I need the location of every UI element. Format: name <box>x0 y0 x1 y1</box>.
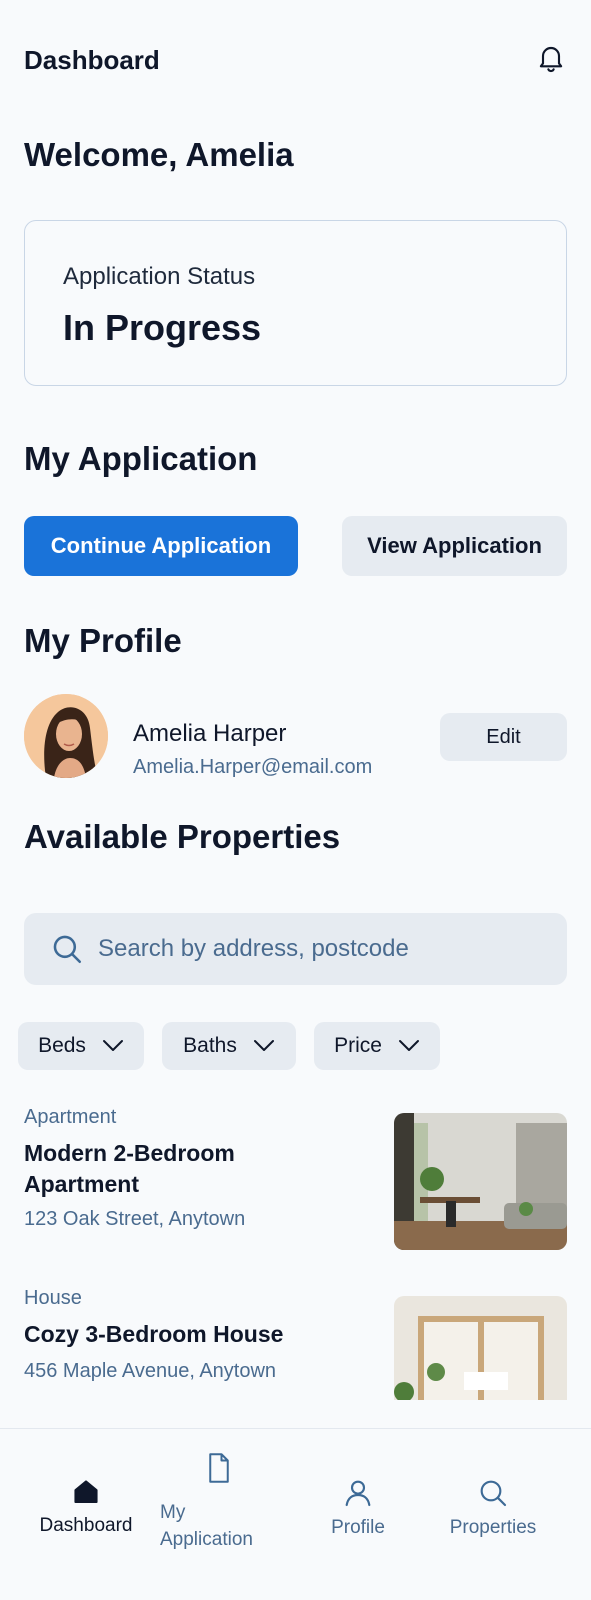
filter-baths-label: Baths <box>183 1034 237 1057</box>
dashboard-screen: Dashboard Welcome, Amelia Application St… <box>0 0 591 1600</box>
tab-label: Properties <box>449 1517 537 1538</box>
avatar <box>24 694 108 778</box>
property-search-bar[interactable] <box>24 913 567 985</box>
tab-dashboard[interactable]: Dashboard <box>38 1477 134 1537</box>
filter-beds[interactable]: Beds <box>18 1022 144 1070</box>
welcome-heading: Welcome, Amelia <box>24 136 294 173</box>
page-title: Dashboard <box>24 44 160 75</box>
search-icon <box>53 935 82 964</box>
profile-name: Amelia Harper <box>133 720 287 747</box>
tab-profile[interactable]: Profile <box>316 1477 400 1539</box>
property-image-house <box>394 1296 567 1400</box>
property-name: Modern 2-Bedroom Apartment <box>24 1140 235 1197</box>
tab-label: Profile <box>331 1517 385 1538</box>
avatar-portrait-icon <box>24 694 108 778</box>
document-icon <box>209 1453 229 1483</box>
property-name: Cozy 3-Bedroom House <box>24 1321 284 1347</box>
property-address: 456 Maple Avenue, Anytown <box>24 1360 277 1382</box>
available-properties-heading: Available Properties <box>24 818 341 855</box>
status-label: Application Status <box>63 263 256 290</box>
profile-email: Amelia.Harper@email.com <box>133 756 373 778</box>
my-application-heading: My Application <box>24 440 258 477</box>
filter-price[interactable]: Price <box>314 1022 440 1070</box>
user-icon <box>345 1480 371 1507</box>
search-input[interactable] <box>98 935 538 963</box>
tab-properties[interactable]: Properties <box>440 1477 546 1539</box>
notifications-button[interactable] <box>535 42 567 79</box>
tab-label: Dashboard <box>39 1515 133 1536</box>
home-icon <box>74 1480 98 1503</box>
property-type: Apartment <box>24 1106 117 1128</box>
tab-my-application[interactable]: My Application <box>156 1451 268 1553</box>
chevron-down-icon <box>102 1040 123 1051</box>
search-icon <box>480 1480 507 1507</box>
status-value: In Progress <box>63 307 262 348</box>
my-profile-heading: My Profile <box>24 622 182 659</box>
tab-label: My Application <box>160 1502 253 1550</box>
filter-baths[interactable]: Baths <box>162 1022 296 1070</box>
chevron-down-icon <box>253 1040 274 1051</box>
view-application-button[interactable]: View Application <box>342 516 567 576</box>
edit-profile-button[interactable]: Edit <box>440 713 567 761</box>
bell-icon <box>539 46 563 72</box>
chevron-down-icon <box>398 1040 419 1051</box>
bottom-navigation: Dashboard My Application Profile Propert… <box>0 1428 591 1600</box>
top-bar: Dashboard <box>24 40 567 80</box>
filter-price-label: Price <box>334 1034 382 1057</box>
property-address: 123 Oak Street, Anytown <box>24 1208 246 1230</box>
continue-application-button[interactable]: Continue Application <box>24 516 298 576</box>
filter-beds-label: Beds <box>38 1034 86 1057</box>
property-type: House <box>24 1287 82 1309</box>
property-image-apartment <box>394 1113 567 1250</box>
application-status-card: Application Status In Progress <box>24 220 567 386</box>
